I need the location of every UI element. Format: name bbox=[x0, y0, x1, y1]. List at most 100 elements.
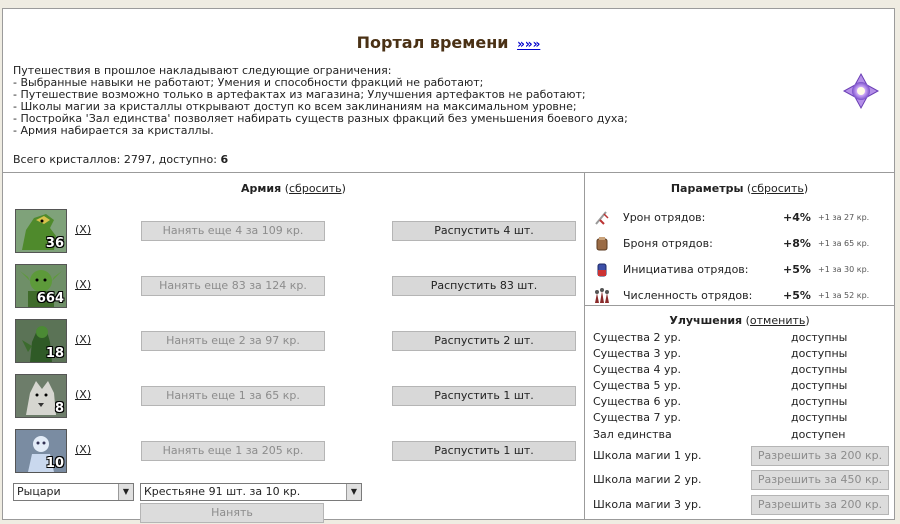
remove-unit-link[interactable]: (X) bbox=[75, 443, 91, 456]
portal-info-section: Портал времени »»» Путешествия в прошлое… bbox=[3, 9, 894, 173]
creature-select[interactable]: Крестьяне 91 шт. за 10 кр. ▼ bbox=[140, 483, 362, 501]
unit-row: 8 (X) Нанять еще 1 за 65 кр. Распустить … bbox=[15, 374, 576, 420]
params-title: Параметры (сбросить) bbox=[585, 182, 894, 195]
unit-count: 10 bbox=[45, 456, 64, 471]
upgrade-label: Зал единства bbox=[593, 428, 672, 441]
hire-more-button[interactable]: Нанять еще 2 за 97 кр. bbox=[141, 331, 325, 351]
upgrades-title: Улучшения (отменить) bbox=[585, 314, 894, 327]
param-label: Инициатива отрядов: bbox=[623, 263, 749, 276]
param-value: +4% bbox=[783, 211, 811, 224]
param-value: +5% bbox=[783, 289, 811, 302]
unit-portrait: 8 bbox=[15, 374, 67, 418]
param-cost: +1 за 27 кр. bbox=[818, 213, 870, 222]
hire-more-button[interactable]: Нанять еще 1 за 65 кр. bbox=[141, 386, 325, 406]
upgrade-status: доступен bbox=[791, 428, 846, 441]
upgrade-row: Существа 2 ур. доступны bbox=[593, 331, 888, 347]
unit-row: 36 (X) Нанять еще 4 за 109 кр. Распустит… bbox=[15, 209, 576, 255]
army-reset-link[interactable]: сбросить bbox=[289, 182, 342, 195]
params-reset-close: ) bbox=[803, 182, 809, 195]
dismiss-button[interactable]: Распустить 1 шт. bbox=[392, 386, 576, 406]
upgrades-section: Улучшения (отменить) Существа 2 ур. дост… bbox=[585, 306, 894, 519]
params-title-text: Параметры bbox=[670, 182, 744, 195]
sword-icon[interactable] bbox=[593, 209, 611, 227]
param-label: Численность отрядов: bbox=[623, 289, 753, 302]
dismiss-button[interactable]: Распустить 4 шт. bbox=[392, 221, 576, 241]
upgrades-cancel-link[interactable]: отменить bbox=[750, 314, 805, 327]
remove-unit-link[interactable]: (X) bbox=[75, 333, 91, 346]
upgrade-label: Существа 7 ур. bbox=[593, 411, 681, 424]
creature-select-value: Крестьяне 91 шт. за 10 кр. bbox=[144, 485, 301, 498]
upgrades-cancel-close: ) bbox=[805, 314, 810, 327]
faction-select[interactable]: Рыцари ▼ bbox=[13, 483, 134, 501]
unit-row: 18 (X) Нанять еще 2 за 97 кр. Распустить… bbox=[15, 319, 576, 365]
upgrades-title-text: Улучшения bbox=[669, 314, 743, 327]
remove-unit-link[interactable]: (X) bbox=[75, 278, 91, 291]
upgrade-label: Существа 2 ур. bbox=[593, 331, 681, 344]
unit-count: 18 bbox=[45, 346, 64, 361]
dismiss-button[interactable]: Распустить 83 шт. bbox=[392, 276, 576, 296]
remove-unit-link[interactable]: (X) bbox=[75, 388, 91, 401]
upgrade-status: доступны bbox=[791, 347, 848, 360]
upgrade-label: Существа 5 ур. bbox=[593, 379, 681, 392]
param-cost: +1 за 30 кр. bbox=[818, 265, 870, 274]
allow-magic-school-button[interactable]: Разрешить за 450 кр. bbox=[751, 470, 889, 490]
portal-crystal-icon bbox=[842, 72, 880, 110]
upgrade-label: Существа 3 ур. bbox=[593, 347, 681, 360]
upgrade-status: доступны bbox=[791, 363, 848, 376]
magic-school-row: Школа магии 3 ур. Разрешить за 200 кр. bbox=[593, 495, 889, 515]
upgrade-row: Существа 7 ур. доступны bbox=[593, 411, 888, 427]
portal-frame: Портал времени »»» Путешествия в прошлое… bbox=[2, 8, 895, 523]
unit-portrait: 18 bbox=[15, 319, 67, 363]
hire-more-button[interactable]: Нанять еще 83 за 124 кр. bbox=[141, 276, 325, 296]
upgrade-row: Существа 5 ур. доступны bbox=[593, 379, 888, 395]
more-link[interactable]: »»» bbox=[517, 37, 540, 51]
upgrade-row: Существа 3 ур. доступны bbox=[593, 347, 888, 363]
param-cost: +1 за 65 кр. bbox=[818, 239, 870, 248]
hire-more-button[interactable]: Нанять еще 1 за 205 кр. bbox=[141, 441, 325, 461]
params-reset-link[interactable]: сбросить bbox=[751, 182, 804, 195]
initiative-icon[interactable] bbox=[593, 261, 611, 279]
magic-school-label: Школа магии 1 ур. bbox=[593, 449, 702, 462]
dismiss-button[interactable]: Распустить 1 шт. bbox=[392, 441, 576, 461]
crystals-available: 6 bbox=[220, 153, 229, 166]
upgrade-row: Зал единства доступен bbox=[593, 428, 888, 444]
unit-portrait: 10 bbox=[15, 429, 67, 473]
param-row-damage: Урон отрядов: +4% +1 за 27 кр. bbox=[585, 207, 894, 227]
army-section: Армия (сбросить) 36 (X) Нанять еще 4 за … bbox=[3, 173, 585, 523]
unit-portrait: 36 bbox=[15, 209, 67, 253]
army-reset-open: ( bbox=[281, 182, 289, 195]
param-label: Урон отрядов: bbox=[623, 211, 706, 224]
armor-icon[interactable] bbox=[593, 235, 611, 253]
unit-row: 664 (X) Нанять еще 83 за 124 кр. Распуст… bbox=[15, 264, 576, 310]
param-row-initiative: Инициатива отрядов: +5% +1 за 30 кр. bbox=[585, 259, 894, 279]
crystals-summary: Всего кристаллов: 2797, доступно: 6 bbox=[13, 153, 228, 166]
army-title: Армия (сбросить) bbox=[3, 182, 584, 195]
parameters-section: Параметры (сбросить) Урон отрядов: +4% +… bbox=[585, 173, 894, 306]
troops-icon[interactable] bbox=[593, 287, 611, 305]
unit-count: 664 bbox=[36, 291, 64, 306]
dismiss-button[interactable]: Распустить 2 шт. bbox=[392, 331, 576, 351]
unit-count: 36 bbox=[45, 236, 64, 251]
param-row-troops: Численность отрядов: +5% +1 за 52 кр. bbox=[585, 285, 894, 305]
upgrade-status: доступны bbox=[791, 331, 848, 344]
upgrade-label: Существа 4 ур. bbox=[593, 363, 681, 376]
hire-button[interactable]: Нанять bbox=[140, 503, 324, 523]
faction-select-value: Рыцари bbox=[17, 485, 61, 498]
chevron-down-icon[interactable]: ▼ bbox=[346, 484, 361, 500]
allow-magic-school-button[interactable]: Разрешить за 200 кр. bbox=[751, 495, 889, 515]
upgrade-status: доступны bbox=[791, 411, 848, 424]
upgrade-status: доступны bbox=[791, 395, 848, 408]
param-label: Броня отрядов: bbox=[623, 237, 713, 250]
chevron-down-icon[interactable]: ▼ bbox=[118, 484, 133, 500]
upgrade-row: Существа 4 ур. доступны bbox=[593, 363, 888, 379]
unit-row: 10 (X) Нанять еще 1 за 205 кр. Распустит… bbox=[15, 429, 576, 475]
param-row-armor: Броня отрядов: +8% +1 за 65 кр. bbox=[585, 233, 894, 253]
hire-more-button[interactable]: Нанять еще 4 за 109 кр. bbox=[141, 221, 325, 241]
magic-school-label: Школа магии 2 ур. bbox=[593, 473, 702, 486]
page-title: Портал времени »»» bbox=[3, 33, 894, 52]
upgrade-row: Существа 6 ур. доступны bbox=[593, 395, 888, 411]
allow-magic-school-button[interactable]: Разрешить за 200 кр. bbox=[751, 446, 889, 466]
remove-unit-link[interactable]: (X) bbox=[75, 223, 91, 236]
magic-school-label: Школа магии 3 ур. bbox=[593, 498, 702, 511]
param-cost: +1 за 52 кр. bbox=[818, 291, 870, 300]
